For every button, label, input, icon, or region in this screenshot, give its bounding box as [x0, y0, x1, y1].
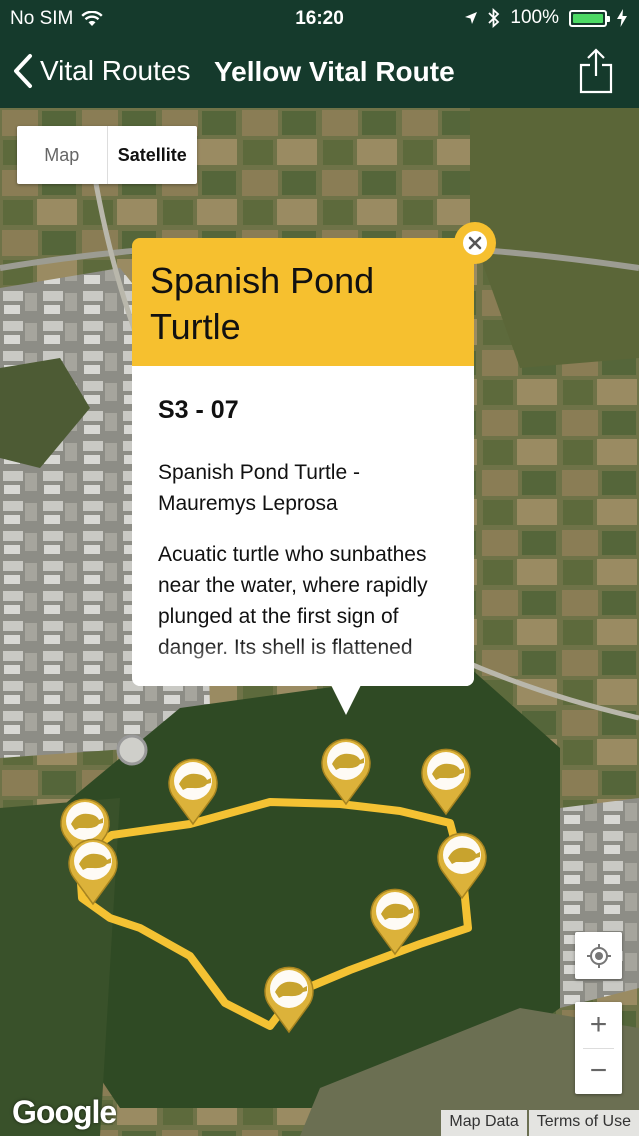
close-icon: [468, 236, 482, 250]
turtle-marker-icon[interactable]: [165, 754, 221, 826]
turtle-marker-icon[interactable]: [418, 744, 474, 816]
zoom-out-button[interactable]: −: [575, 1048, 622, 1094]
popup-close-button[interactable]: [454, 222, 496, 264]
page-title: Yellow Vital Route: [214, 56, 455, 87]
back-button[interactable]: Vital Routes: [12, 53, 190, 89]
popup-subtitle: Spanish Pond Turtle - Mauremys Leprosa: [158, 461, 360, 515]
turtle-marker-icon[interactable]: [367, 884, 423, 956]
terms-of-use-link[interactable]: Terms of Use: [528, 1110, 639, 1136]
popup-body[interactable]: S3 - 07 Spanish Pond Turtle - Mauremys L…: [132, 366, 474, 686]
charging-bolt-icon: [617, 9, 627, 27]
battery-percent: 100%: [510, 7, 559, 28]
battery-icon: [569, 9, 610, 27]
map-type-toggle: Map Satellite: [17, 126, 197, 184]
popup-fade: [132, 640, 474, 686]
map-type-satellite-button[interactable]: Satellite: [108, 126, 198, 184]
back-label: Vital Routes: [40, 55, 191, 86]
my-location-icon: [586, 943, 611, 968]
navigation-bar: No SIM 16:20 100% Vital Routes Yellow Vi…: [0, 0, 639, 108]
turtle-marker-icon[interactable]: [65, 834, 121, 906]
share-icon[interactable]: [579, 48, 613, 94]
turtle-marker-icon[interactable]: [261, 962, 317, 1034]
turtle-marker-icon[interactable]: [434, 828, 490, 900]
my-location-button[interactable]: [575, 932, 622, 979]
turtle-marker-icon[interactable]: [318, 734, 374, 806]
map-data-link[interactable]: Map Data: [441, 1110, 527, 1136]
zoom-control: + −: [575, 1002, 622, 1094]
popup-pointer: [331, 685, 361, 715]
map-type-map-button[interactable]: Map: [17, 126, 108, 184]
popup-code: S3 - 07: [158, 396, 239, 424]
chevron-left-icon: [14, 54, 32, 88]
map-attribution: Map Data Terms of Use: [439, 1110, 639, 1136]
popup-title: Spanish Pond Turtle: [150, 260, 375, 347]
marker-info-popup: Spanish Pond Turtle S3 - 07 Spanish Pond…: [132, 222, 496, 715]
popup-header: Spanish Pond Turtle: [132, 238, 474, 366]
status-bar: No SIM 16:20 100%: [0, 0, 639, 38]
bluetooth-icon: [488, 8, 500, 28]
location-arrow-icon: [465, 12, 478, 24]
google-logo: Google: [12, 1094, 117, 1130]
zoom-in-button[interactable]: +: [575, 1002, 622, 1048]
